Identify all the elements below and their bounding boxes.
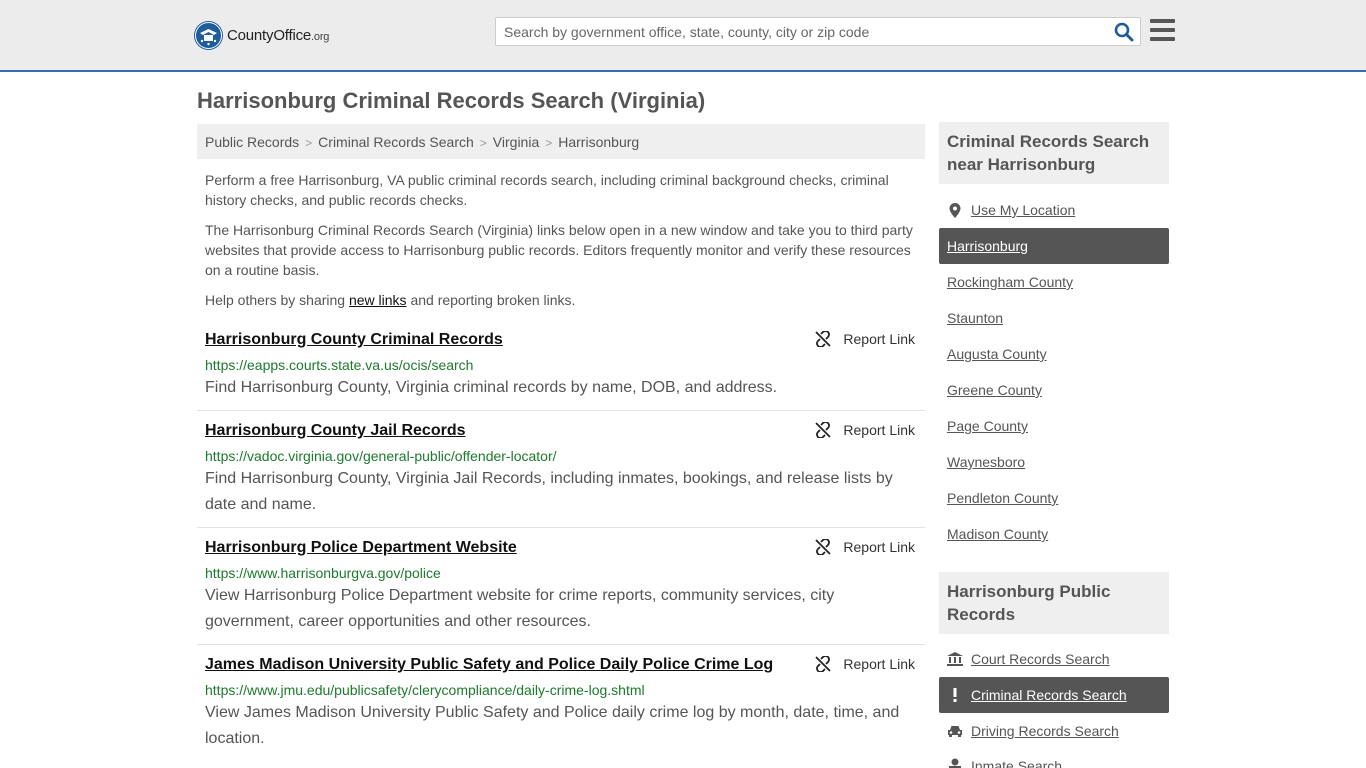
- result-title-link[interactable]: Harrisonburg County Criminal Records: [205, 331, 503, 349]
- share-note: Help others by sharing new links and rep…: [205, 292, 576, 308]
- breadcrumb-criminal-records-search[interactable]: Criminal Records Search: [318, 134, 474, 150]
- search-box: [495, 17, 1141, 46]
- breadcrumb-public-records[interactable]: Public Records: [205, 134, 299, 150]
- exclamation-icon: [947, 688, 963, 702]
- sidebar-item-criminal-records-search[interactable]: Criminal Records Search: [939, 677, 1169, 713]
- sidebar-item-augusta-county[interactable]: Augusta County: [939, 336, 1169, 372]
- broken-link-icon: [815, 656, 832, 672]
- courthouse-icon: [947, 652, 963, 666]
- result-title-link[interactable]: Harrisonburg County Jail Records: [205, 422, 466, 440]
- report-link-button[interactable]: Report Link: [815, 422, 915, 438]
- result-item: James Madison University Public Safety a…: [197, 656, 925, 768]
- result-description: Find Harrisonburg County, Virginia Jail …: [205, 470, 893, 513]
- sidebar-item-greene-county[interactable]: Greene County: [939, 372, 1169, 408]
- sidebar-item-staunton[interactable]: Staunton: [939, 300, 1169, 336]
- sidebar-item-pendleton-county[interactable]: Pendleton County: [939, 480, 1169, 516]
- inmate-icon: [947, 758, 963, 768]
- intro-paragraph: Perform a free Harrisonburg, VA public c…: [205, 172, 889, 208]
- logo-text: CountyOffice.org: [227, 26, 330, 44]
- result-description: View Harrisonburg Police Department webs…: [205, 587, 835, 630]
- car-icon: [947, 725, 963, 737]
- sidebar-item-waynesboro[interactable]: Waynesboro: [939, 444, 1169, 480]
- intro-paragraph: The Harrisonburg Criminal Records Search…: [205, 222, 913, 278]
- breadcrumb-harrisonburg[interactable]: Harrisonburg: [558, 134, 639, 150]
- result-description: View James Madison University Public Saf…: [205, 704, 900, 747]
- location-pin-icon: [947, 202, 963, 218]
- result-title-link[interactable]: Harrisonburg Police Department Website: [205, 539, 517, 557]
- report-link-button[interactable]: Report Link: [815, 539, 915, 555]
- page-title: Harrisonburg Criminal Records Search (Vi…: [197, 88, 706, 113]
- sidebar-item-harrisonburg[interactable]: Harrisonburg: [939, 228, 1169, 264]
- site-header: CountyOffice.org: [0, 0, 1366, 72]
- sidebar-item-rockingham-county[interactable]: Rockingham County: [939, 264, 1169, 300]
- use-my-location-link[interactable]: Use My Location: [939, 192, 1169, 228]
- sidebar-item-inmate-search[interactable]: Inmate Search: [939, 749, 1169, 768]
- new-links-link[interactable]: new links: [349, 292, 407, 308]
- search-icon[interactable]: [1114, 22, 1134, 42]
- hamburger-menu-icon[interactable]: [1150, 19, 1175, 41]
- result-url: https://www.jmu.edu/publicsafety/cleryco…: [205, 682, 645, 698]
- broken-link-icon: [815, 422, 832, 438]
- result-title-link[interactable]: James Madison University Public Safety a…: [205, 656, 773, 674]
- search-input[interactable]: [496, 18, 1106, 45]
- sidebar-item-driving-records-search[interactable]: Driving Records Search: [939, 713, 1169, 749]
- result-item: Harrisonburg County Jail Records Report …: [197, 422, 925, 528]
- breadcrumb: Public Records > Criminal Records Search > V…: [197, 124, 925, 159]
- breadcrumb-virginia[interactable]: Virginia: [493, 134, 539, 150]
- result-url: https://vadoc.virginia.gov/general-publi…: [205, 448, 557, 464]
- result-item: Harrisonburg County Criminal Records Rep…: [197, 331, 925, 411]
- sidebar-item-madison-county[interactable]: Madison County: [939, 516, 1169, 552]
- report-link-button[interactable]: Report Link: [815, 331, 915, 347]
- seal-icon: [194, 20, 223, 50]
- result-url: https://www.harrisonburgva.gov/police: [205, 565, 441, 581]
- broken-link-icon: [815, 539, 832, 555]
- sidebar-heading-public-records: Harrisonburg Public Records: [939, 572, 1169, 634]
- sidebar-item-page-county[interactable]: Page County: [939, 408, 1169, 444]
- report-link-button[interactable]: Report Link: [815, 656, 915, 672]
- sidebar-heading-nearby: Criminal Records Search near Harrisonbur…: [939, 122, 1169, 184]
- result-description: Find Harrisonburg County, Virginia crimi…: [205, 379, 778, 396]
- sidebar-item-court-records-search[interactable]: Court Records Search: [939, 641, 1169, 677]
- result-item: Harrisonburg Police Department Website R…: [197, 539, 925, 645]
- site-logo[interactable]: CountyOffice.org: [194, 20, 329, 50]
- result-url: https://eapps.courts.state.va.us/ocis/se…: [205, 357, 474, 373]
- broken-link-icon: [815, 331, 832, 347]
